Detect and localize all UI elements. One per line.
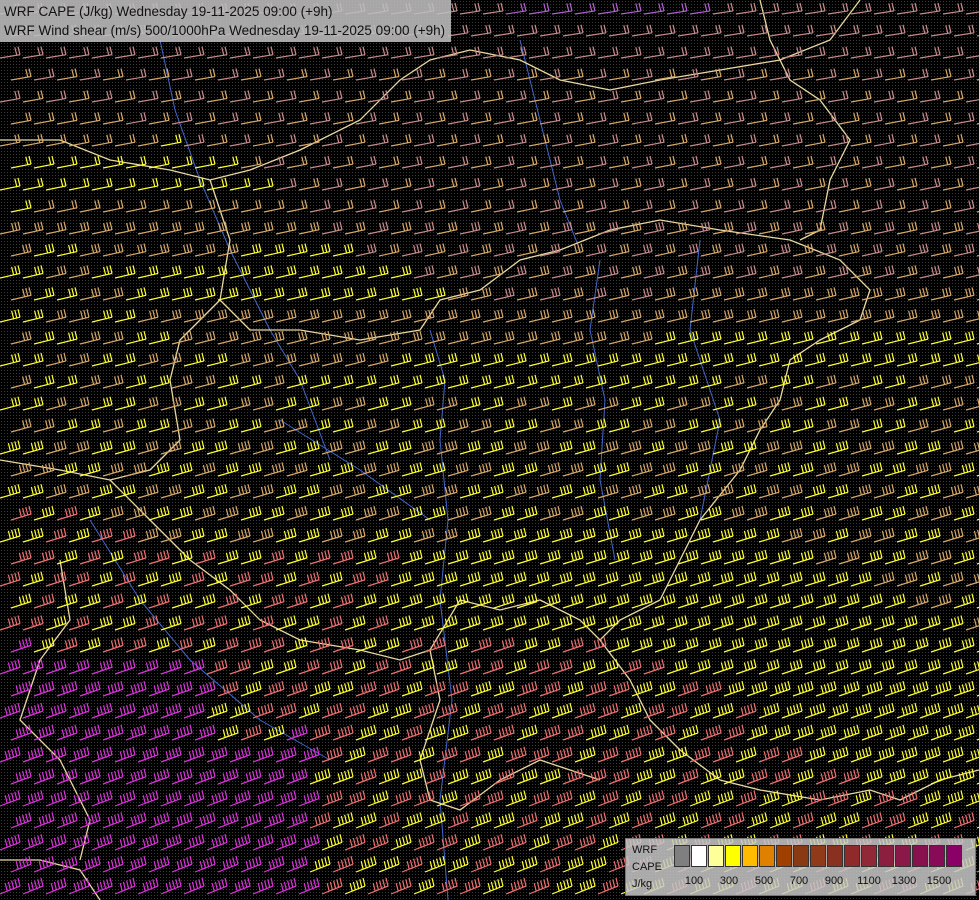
legend-swatch bbox=[878, 845, 894, 867]
legend-swatch bbox=[895, 845, 911, 867]
legend-swatch bbox=[912, 845, 928, 867]
legend-tick: 100 bbox=[684, 875, 704, 887]
cape-title: WRF CAPE (J/kg) Wednesday 19-11-2025 09:… bbox=[4, 4, 333, 19]
legend-tick: 700 bbox=[789, 875, 809, 887]
map-view: WRF CAPE (J/kg) Wednesday 19-11-2025 09:… bbox=[0, 0, 979, 900]
legend-swatch bbox=[793, 845, 809, 867]
legend-swatch bbox=[946, 845, 962, 867]
legend-tick: 1100 bbox=[857, 875, 881, 887]
wind-shear-title: WRF Wind shear (m/s) 500/1000hPa Wednesd… bbox=[4, 23, 446, 38]
legend-swatch bbox=[742, 845, 758, 867]
map-background bbox=[0, 0, 979, 900]
legend-swatch bbox=[691, 845, 707, 867]
legend-swatch bbox=[759, 845, 775, 867]
legend-swatch bbox=[861, 845, 877, 867]
legend-swatch bbox=[725, 845, 741, 867]
cape-legend: WRF CAPE J/kg 100 300 500 700 900 1100 1300 150… bbox=[625, 838, 976, 896]
legend-field-label: CAPE bbox=[632, 861, 662, 873]
wind-shear-map bbox=[0, 0, 979, 900]
legend-swatch bbox=[674, 845, 690, 867]
legend-swatch bbox=[827, 845, 843, 867]
legend-tick: 300 bbox=[719, 875, 739, 887]
legend-model-label: WRF bbox=[632, 844, 658, 856]
legend-swatch bbox=[708, 845, 724, 867]
legend-tick: 900 bbox=[824, 875, 844, 887]
legend-tick: 500 bbox=[754, 875, 774, 887]
legend-swatch bbox=[929, 845, 945, 867]
legend-color-scale bbox=[674, 845, 963, 867]
legend-swatch bbox=[844, 845, 860, 867]
legend-swatch bbox=[810, 845, 826, 867]
map-title-box: WRF CAPE (J/kg) Wednesday 19-11-2025 09:… bbox=[0, 0, 452, 42]
legend-tick-labels: 100 300 500 700 900 1100 1300 1500 bbox=[674, 875, 974, 889]
legend-unit-label: J/kg bbox=[632, 878, 653, 890]
legend-swatch bbox=[776, 845, 792, 867]
legend-tick: 1300 bbox=[891, 875, 917, 887]
legend-tick: 1500 bbox=[926, 875, 952, 887]
